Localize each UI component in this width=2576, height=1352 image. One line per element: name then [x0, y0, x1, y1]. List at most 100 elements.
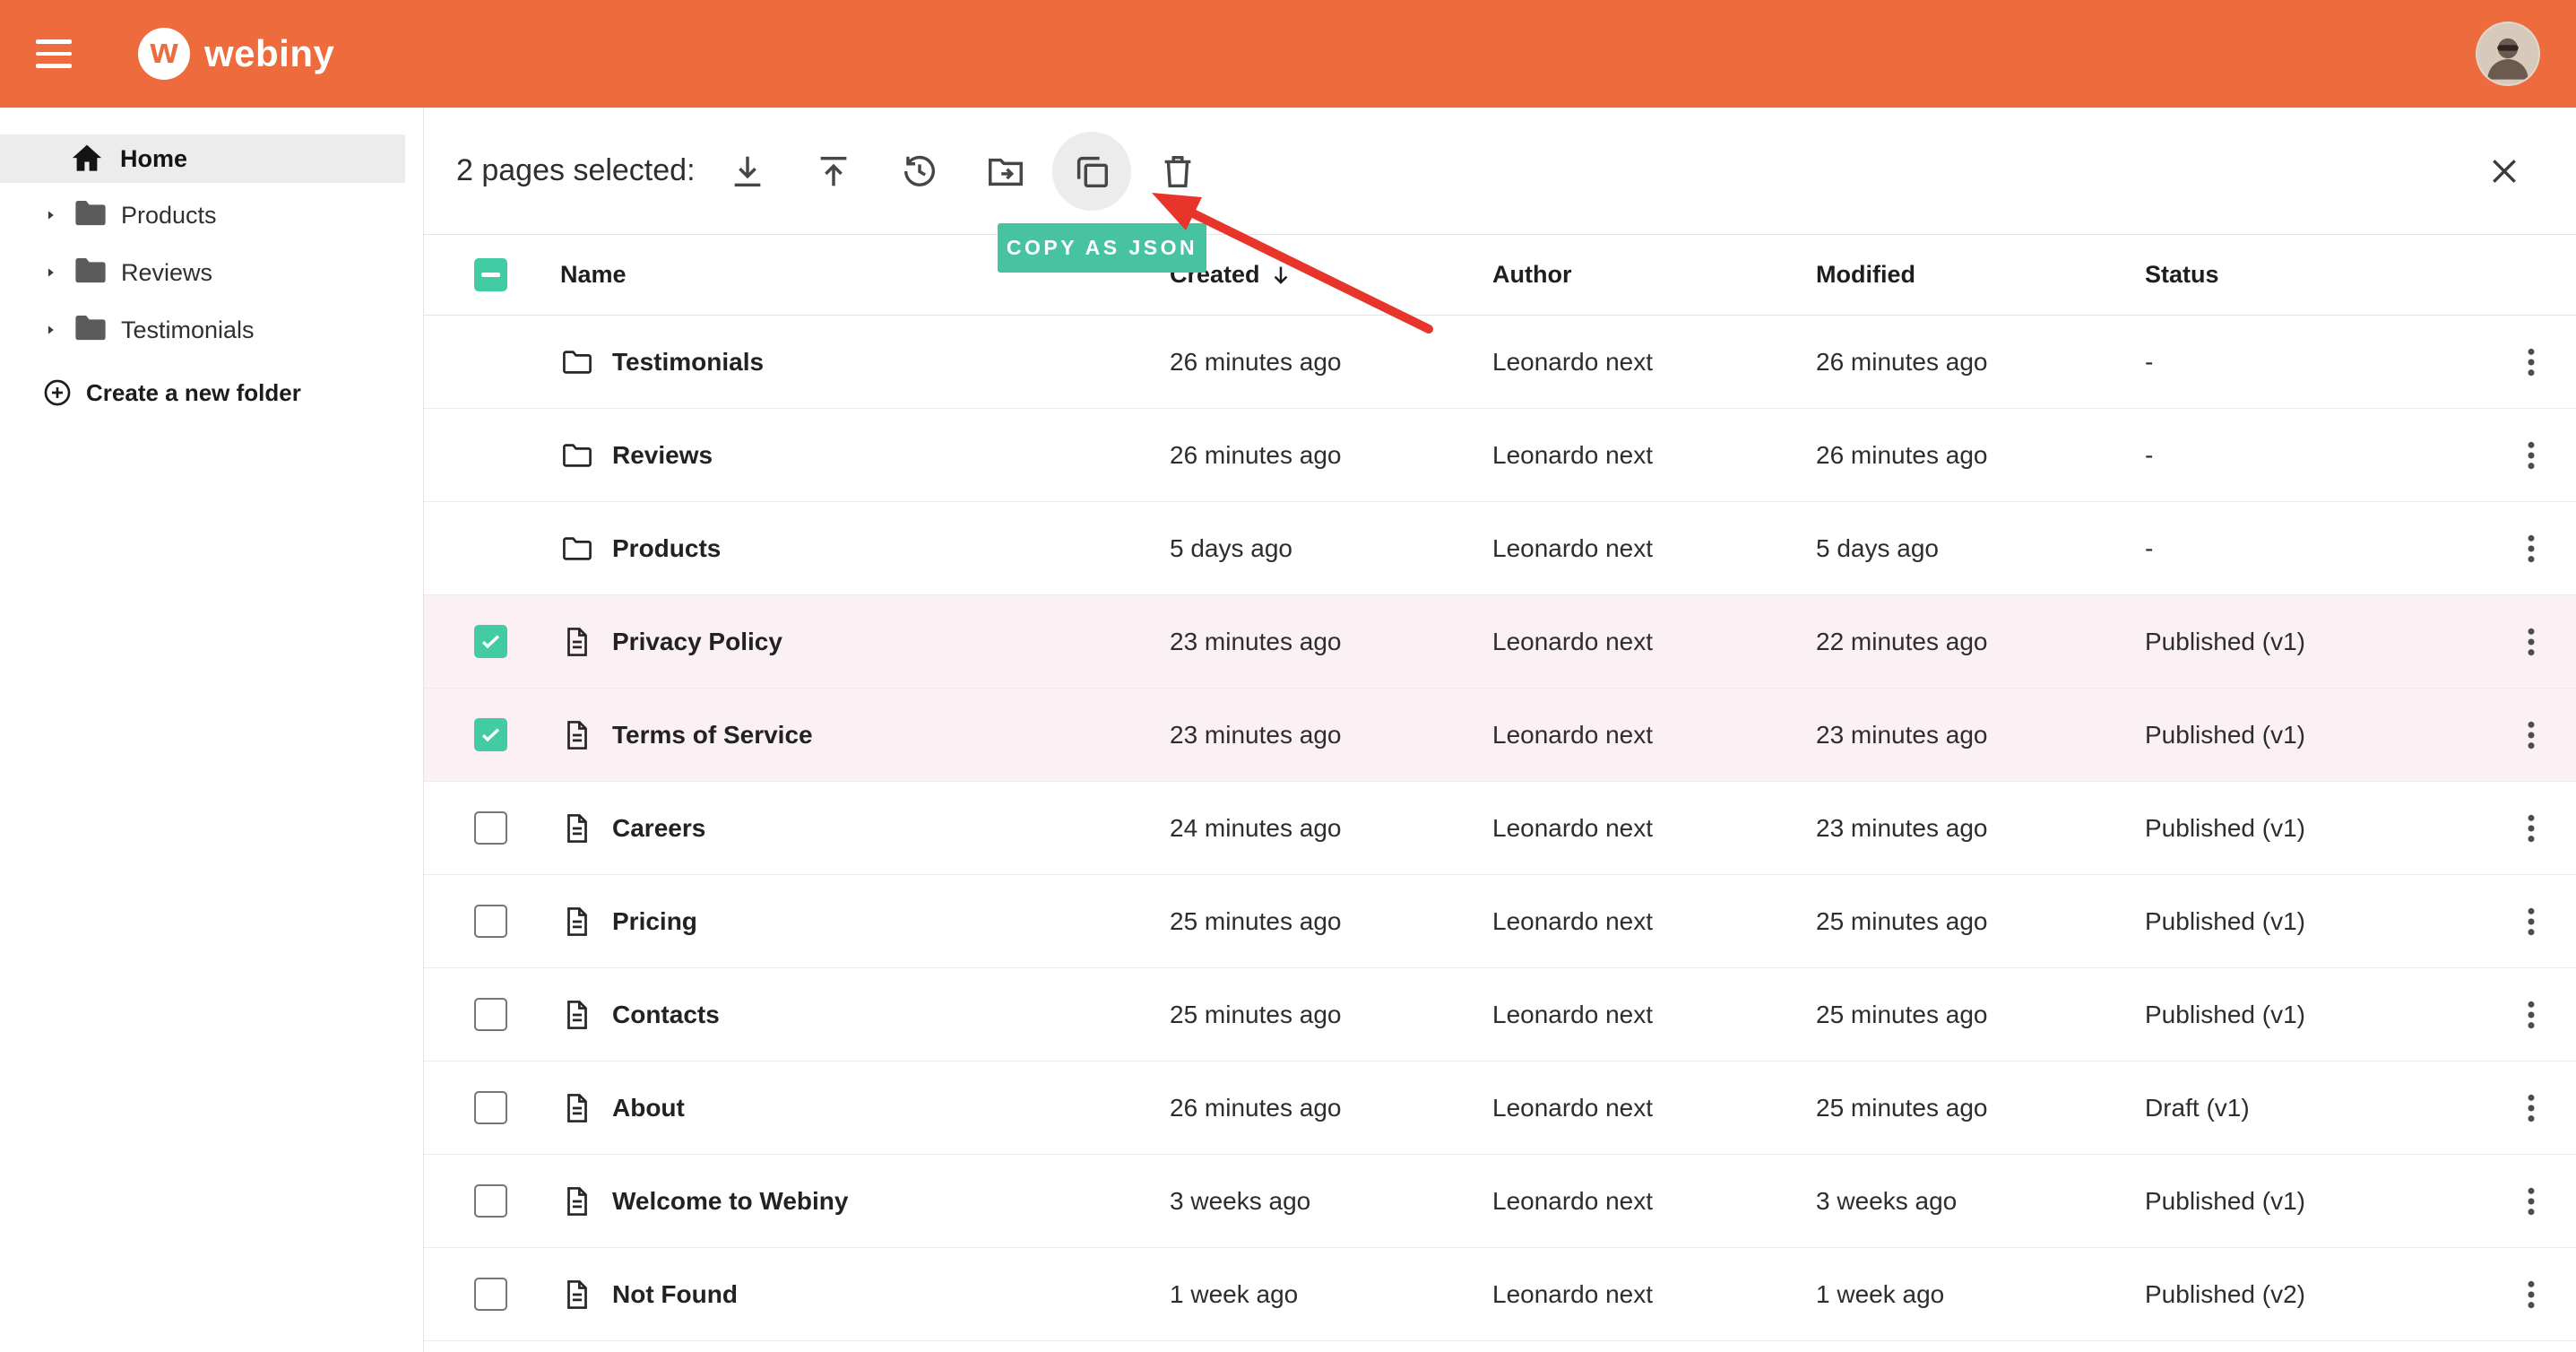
row-name: Careers — [612, 814, 705, 843]
row-author: Leonardo next — [1492, 534, 1816, 563]
page-icon — [560, 1184, 594, 1218]
create-new-folder-button[interactable]: Create a new folder — [0, 364, 423, 421]
row-created: 23 minutes ago — [1170, 721, 1492, 750]
table-row[interactable]: Welcome to Webiny 3 weeks ago Leonardo n… — [424, 1155, 2576, 1248]
table-row[interactable]: Privacy Policy 23 minutes ago Leonardo n… — [424, 595, 2576, 689]
row-menu-button[interactable] — [2508, 525, 2554, 572]
kebab-icon — [2513, 531, 2549, 567]
row-modified: 3 weeks ago — [1816, 1187, 2145, 1216]
chevron-right-icon[interactable] — [39, 206, 61, 224]
move-button[interactable] — [966, 132, 1045, 211]
actionbar-icons — [708, 132, 1217, 211]
row-created: 1 week ago — [1170, 1280, 1492, 1309]
table-row[interactable]: Reviews 26 minutes ago Leonardo next 26 … — [424, 409, 2576, 502]
select-all-checkbox[interactable] — [474, 258, 507, 291]
row-created: 26 minutes ago — [1170, 1094, 1492, 1122]
row-author: Leonardo next — [1492, 907, 1816, 936]
row-created: 3 weeks ago — [1170, 1187, 1492, 1216]
row-name: Terms of Service — [612, 721, 813, 750]
row-checkbox[interactable] — [474, 905, 507, 938]
row-status: Published (v1) — [2145, 814, 2485, 843]
row-menu-button[interactable] — [2508, 432, 2554, 479]
table-row[interactable]: Terms of Service 23 minutes ago Leonardo… — [424, 689, 2576, 782]
hamburger-menu-button[interactable] — [36, 29, 86, 79]
kebab-icon — [2513, 1277, 2549, 1313]
webiny-logo-mark-icon: w — [138, 28, 190, 80]
row-menu-button[interactable] — [2508, 805, 2554, 852]
row-checkbox[interactable] — [474, 718, 507, 751]
table-row[interactable]: Testimonials 26 minutes ago Leonardo nex… — [424, 316, 2576, 409]
sidebar-folder-reviews[interactable]: Reviews — [0, 244, 423, 301]
row-modified: 1 week ago — [1816, 1280, 2145, 1309]
row-author: Leonardo next — [1492, 348, 1816, 377]
row-checkbox[interactable] — [474, 625, 507, 658]
check-icon — [479, 723, 503, 747]
row-menu-button[interactable] — [2508, 1271, 2554, 1318]
kebab-icon — [2513, 717, 2549, 753]
row-name: Not Found — [612, 1280, 738, 1309]
row-menu-button[interactable] — [2508, 712, 2554, 758]
row-checkbox[interactable] — [474, 1091, 507, 1124]
row-status: Published (v1) — [2145, 1001, 2485, 1029]
row-menu-button[interactable] — [2508, 992, 2554, 1038]
export-button[interactable] — [794, 132, 873, 211]
home-label: Home — [120, 145, 187, 173]
row-checkbox[interactable] — [474, 811, 507, 845]
selected-count-label: 2 pages selected: — [456, 153, 696, 188]
restore-button[interactable] — [880, 132, 959, 211]
row-modified: 25 minutes ago — [1816, 1094, 2145, 1122]
table-row[interactable]: Contacts 25 minutes ago Leonardo next 25… — [424, 968, 2576, 1062]
row-checkbox[interactable] — [474, 998, 507, 1031]
row-name: Privacy Policy — [612, 628, 782, 656]
app-shell: Home Products Reviews Testimonials — [0, 108, 2576, 1352]
row-created: 24 minutes ago — [1170, 814, 1492, 843]
main-content: 2 pages selected: — [424, 108, 2576, 1352]
sidebar-item-home[interactable]: Home — [0, 134, 405, 183]
row-author: Leonardo next — [1492, 1187, 1816, 1216]
table-row[interactable]: Products 5 days ago Leonardo next 5 days… — [424, 502, 2576, 595]
kebab-icon — [2513, 810, 2549, 846]
row-menu-button[interactable] — [2508, 619, 2554, 665]
avatar[interactable] — [2476, 22, 2540, 86]
check-icon — [479, 629, 503, 654]
row-status: - — [2145, 534, 2485, 563]
download-button[interactable] — [708, 132, 787, 211]
kebab-icon — [2513, 624, 2549, 660]
delete-button[interactable] — [1138, 132, 1217, 211]
chevron-right-icon[interactable] — [39, 264, 61, 282]
table-row[interactable]: About 26 minutes ago Leonardo next 25 mi… — [424, 1062, 2576, 1155]
trash-icon — [1157, 151, 1198, 192]
chevron-right-icon[interactable] — [39, 321, 61, 339]
page-icon — [560, 905, 594, 939]
row-created: 25 minutes ago — [1170, 907, 1492, 936]
row-author: Leonardo next — [1492, 628, 1816, 656]
table-row[interactable]: Not Found 1 week ago Leonardo next 1 wee… — [424, 1248, 2576, 1341]
folder-icon — [72, 252, 109, 294]
kebab-icon — [2513, 997, 2549, 1033]
folder-icon — [560, 532, 594, 566]
table-row[interactable]: Careers 24 minutes ago Leonardo next 23 … — [424, 782, 2576, 875]
copy-as-json-button[interactable] — [1052, 132, 1131, 211]
row-checkbox[interactable] — [474, 1184, 507, 1218]
sidebar: Home Products Reviews Testimonials — [0, 108, 424, 1352]
sidebar-folder-testimonials[interactable]: Testimonials — [0, 301, 423, 359]
column-header-author[interactable]: Author — [1492, 261, 1816, 289]
row-modified: 23 minutes ago — [1816, 814, 2145, 843]
row-menu-button[interactable] — [2508, 339, 2554, 386]
sidebar-folder-products[interactable]: Products — [0, 186, 423, 244]
row-checkbox[interactable] — [474, 1278, 507, 1311]
close-selection-button[interactable] — [2483, 150, 2526, 193]
row-menu-button[interactable] — [2508, 1085, 2554, 1131]
kebab-icon — [2513, 904, 2549, 940]
table-header: Name Created Author Modified Status — [424, 235, 2576, 316]
sort-desc-icon — [1267, 262, 1294, 289]
row-menu-button[interactable] — [2508, 898, 2554, 945]
table-row[interactable]: Pricing 25 minutes ago Leonardo next 25 … — [424, 875, 2576, 968]
row-menu-button[interactable] — [2508, 1178, 2554, 1225]
copy-as-json-tooltip: COPY AS JSON — [998, 223, 1206, 273]
column-header-modified[interactable]: Modified — [1816, 261, 2145, 289]
page-icon — [560, 998, 594, 1032]
row-name: Testimonials — [612, 348, 764, 377]
column-header-created[interactable]: Created — [1170, 261, 1492, 289]
column-header-status[interactable]: Status — [2145, 261, 2485, 289]
